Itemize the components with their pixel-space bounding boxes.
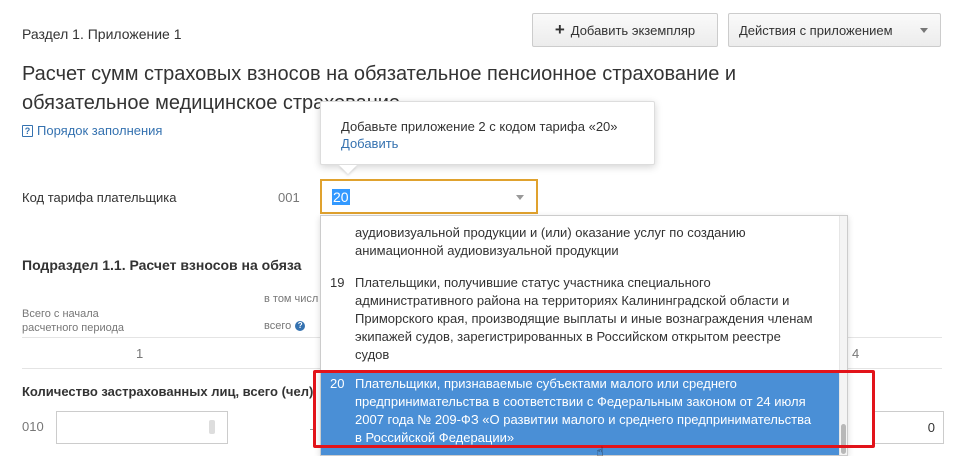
column-header-total-short: всего ? <box>264 320 306 332</box>
annotation-highlight-box <box>313 370 875 448</box>
tooltip-arrow <box>339 165 357 174</box>
tariff-field-code: 001 <box>278 190 300 205</box>
column-header-including: в том числ <box>264 293 319 305</box>
tooltip-add-link[interactable]: Добавить <box>341 135 654 152</box>
hand-cursor-icon: ☝ <box>596 444 604 456</box>
chevron-down-icon <box>920 27 928 33</box>
tooltip-message: Добавьте приложение 2 с кодом тарифа «20… <box>341 119 618 134</box>
list-item[interactable]: аудиовизуальной продукции и (или) оказан… <box>321 224 841 260</box>
column-header-total-short-label: всего <box>264 320 292 332</box>
tariff-label: Код тарифа плательщика <box>22 190 177 205</box>
list-item[interactable]: 19 Плательщики, получившие статус участн… <box>321 274 841 364</box>
attachment-actions-button[interactable]: Действия с приложением <box>728 13 941 47</box>
column-number-1: 1 <box>136 346 144 361</box>
tariff-select[interactable]: 20 <box>320 179 538 214</box>
list-item-text: аудиовизуальной продукции и (или) оказан… <box>355 225 746 258</box>
insured-count-col4-input[interactable]: 0 <box>872 411 944 444</box>
tariff-hint-tooltip: Добавьте приложение 2 с кодом тарифа «20… <box>320 101 655 165</box>
row-label-insured-count: Количество застрахованных лиц, всего (че… <box>22 384 314 399</box>
list-item-code: 19 <box>330 275 345 290</box>
plus-icon: + <box>554 19 565 39</box>
input-placeholder-mark <box>209 420 215 434</box>
help-doc-icon: ? <box>22 124 33 137</box>
row-code: 010 <box>22 419 44 434</box>
question-icon[interactable]: ? <box>295 321 306 331</box>
help-link[interactable]: ? Порядок заполнения <box>22 123 162 138</box>
column-number-4: 4 <box>852 346 860 361</box>
section-label: Раздел 1. Приложение 1 <box>22 26 182 42</box>
chevron-down-icon <box>516 195 524 200</box>
tariff-select-value: 20 <box>332 189 350 205</box>
add-instance-button[interactable]: + Добавить экземпляр <box>532 13 718 47</box>
help-link-label: Порядок заполнения <box>37 123 163 138</box>
add-instance-label: Добавить экземпляр <box>570 22 696 38</box>
column-header-total: Всего с начала расчетного периода <box>22 308 125 334</box>
attachment-actions-label: Действия с приложением <box>739 22 893 38</box>
list-item-text: Плательщики, получившие статус участника… <box>355 275 813 362</box>
insured-count-total-input[interactable] <box>56 411 228 444</box>
subsection-title: Подраздел 1.1. Расчет взносов на обяза <box>22 257 302 273</box>
